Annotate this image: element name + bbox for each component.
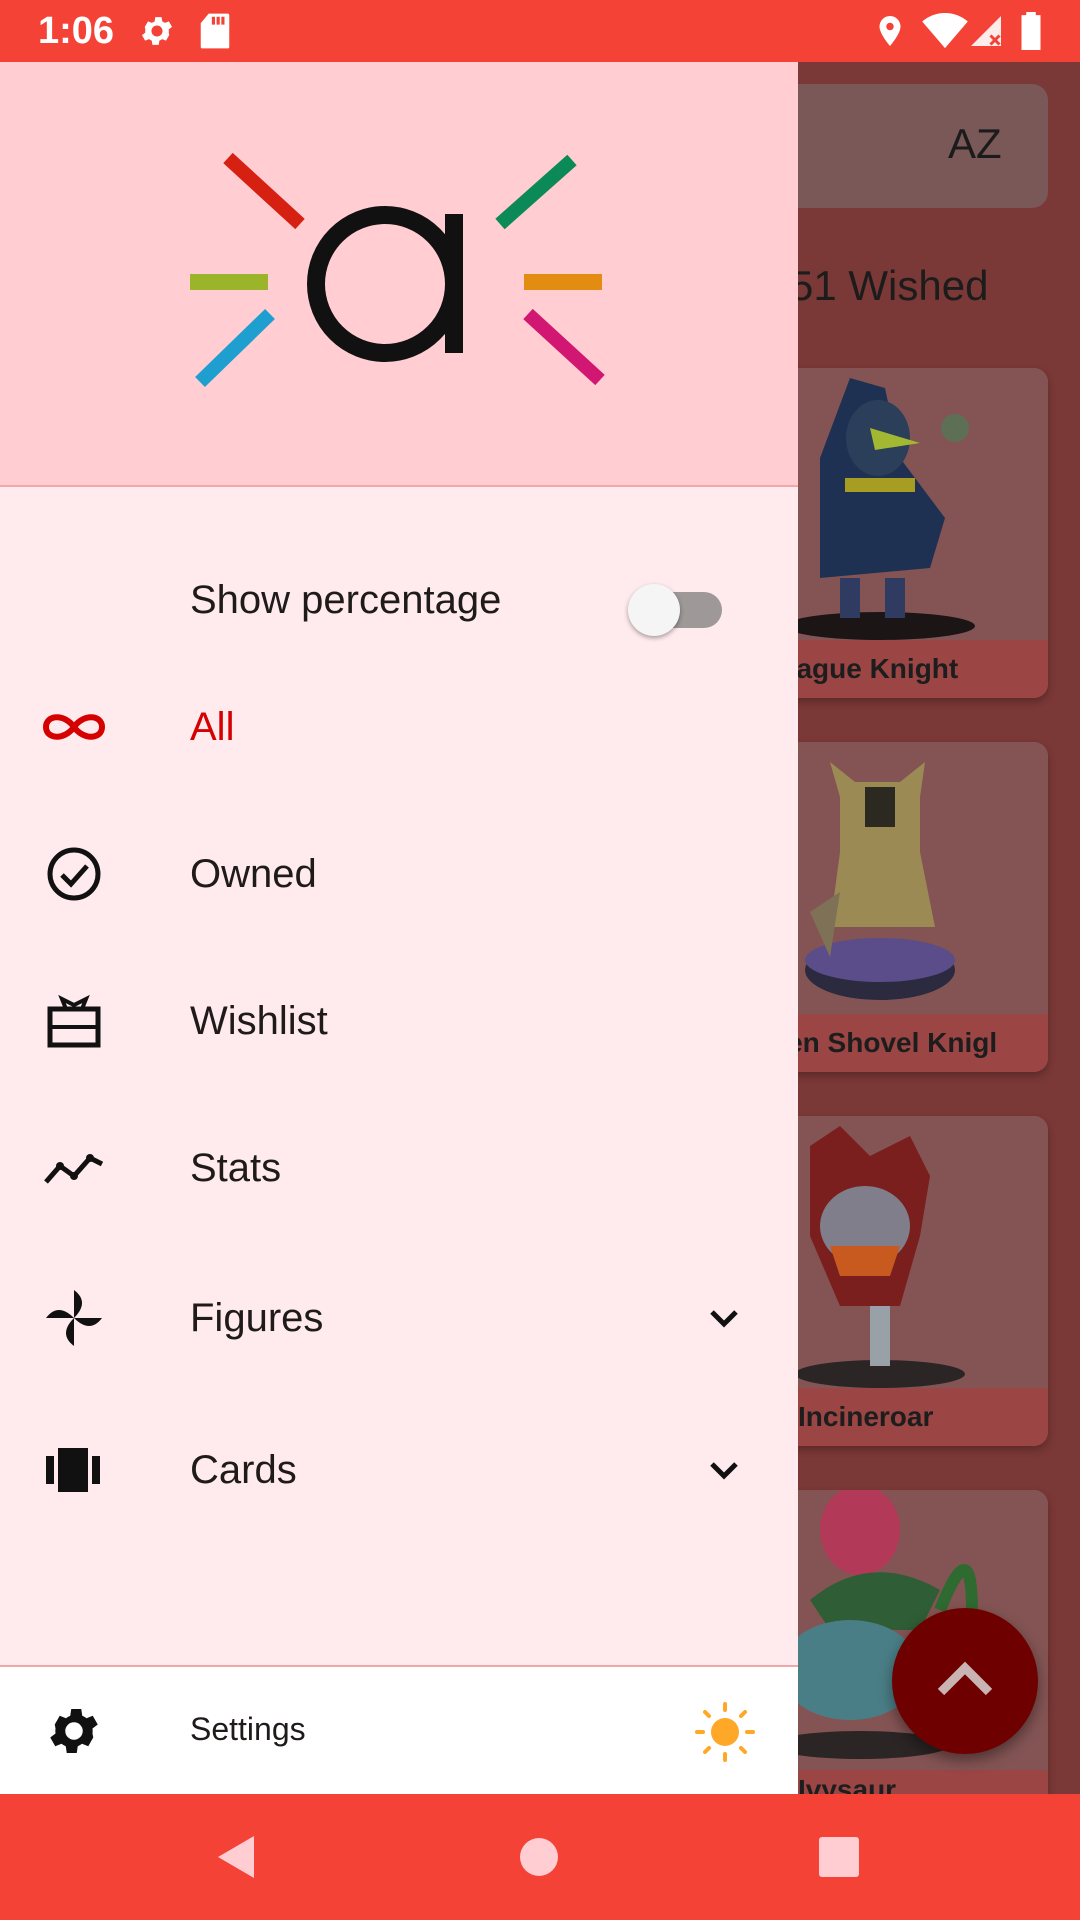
nav-label-owned: Owned: [190, 852, 317, 896]
stats-line-icon: [44, 1154, 104, 1184]
figure-image: [770, 368, 1048, 640]
system-nav-bar: [0, 1794, 1080, 1920]
settings-label[interactable]: Settings: [190, 1711, 306, 1748]
drawer-footer: Settings: [0, 1665, 798, 1796]
nav-item-stats[interactable]: Stats: [0, 1108, 798, 1228]
wished-count: 51 Wished: [790, 262, 989, 309]
scroll-top-button[interactable]: [892, 1608, 1038, 1754]
card-title: Plague Knight: [770, 640, 1048, 698]
figure-card[interactable]: den Shovel Knigl: [770, 742, 1048, 1072]
battery-icon: [1021, 12, 1041, 50]
show-percentage-switch[interactable]: [628, 584, 724, 636]
nav-label-stats: Stats: [190, 1146, 282, 1190]
navigation-drawer: Show percentage All Owned Wishlist Stats…: [0, 62, 798, 1796]
nav-item-owned[interactable]: Owned: [0, 814, 798, 934]
settings-icon: [141, 17, 173, 45]
back-icon[interactable]: [202, 1820, 276, 1894]
signal-icon: [971, 16, 1001, 46]
settings-icon[interactable]: [44, 1701, 104, 1761]
home-icon[interactable]: [502, 1820, 576, 1894]
check-circle-icon: [47, 847, 101, 901]
figure-card[interactable]: Incineroar: [770, 1116, 1048, 1446]
cards-icon: [46, 1448, 100, 1492]
figure-image: [770, 742, 1048, 1014]
figure-card[interactable]: Plague Knight: [770, 368, 1048, 698]
nav-item-wishlist[interactable]: Wishlist: [0, 961, 798, 1081]
infinity-icon: [42, 714, 106, 740]
nav-label-wishlist: Wishlist: [190, 999, 328, 1043]
pinwheel-icon: [46, 1290, 102, 1346]
chevron-down-icon[interactable]: [704, 1450, 744, 1490]
card-title: den Shovel Knigl: [770, 1014, 1048, 1072]
drawer-header: [0, 62, 798, 487]
location-icon: [879, 16, 901, 46]
nav-label-cards: Cards: [190, 1448, 297, 1492]
gift-card-icon: [47, 994, 101, 1048]
nav-item-cards[interactable]: Cards: [0, 1410, 798, 1530]
sun-icon[interactable]: [694, 1701, 756, 1763]
status-bar: 1:06: [0, 0, 1080, 62]
nav-label-all: All: [190, 705, 235, 749]
figure-image: [770, 1116, 1048, 1388]
nav-item-all[interactable]: All: [0, 667, 798, 787]
chevron-down-icon[interactable]: [704, 1298, 744, 1338]
sort-az-icon[interactable]: AZ: [948, 120, 1002, 168]
show-percentage-row[interactable]: Show percentage: [0, 542, 798, 662]
switch-thumb: [628, 584, 680, 636]
card-title: Incineroar: [770, 1388, 1048, 1446]
show-percentage-label: Show percentage: [190, 578, 502, 622]
sd-card-icon: [200, 13, 230, 49]
card-title: Ivysaur: [770, 1770, 1048, 1794]
nav-label-figures: Figures: [190, 1296, 324, 1340]
search-bar[interactable]: [760, 84, 1048, 208]
status-time: 1:06: [38, 10, 115, 52]
wifi-icon: [922, 12, 968, 49]
app-logo: [190, 152, 605, 388]
nav-item-figures[interactable]: Figures: [0, 1258, 798, 1378]
chevron-up-icon: [937, 1661, 993, 1696]
recents-icon[interactable]: [802, 1820, 876, 1894]
